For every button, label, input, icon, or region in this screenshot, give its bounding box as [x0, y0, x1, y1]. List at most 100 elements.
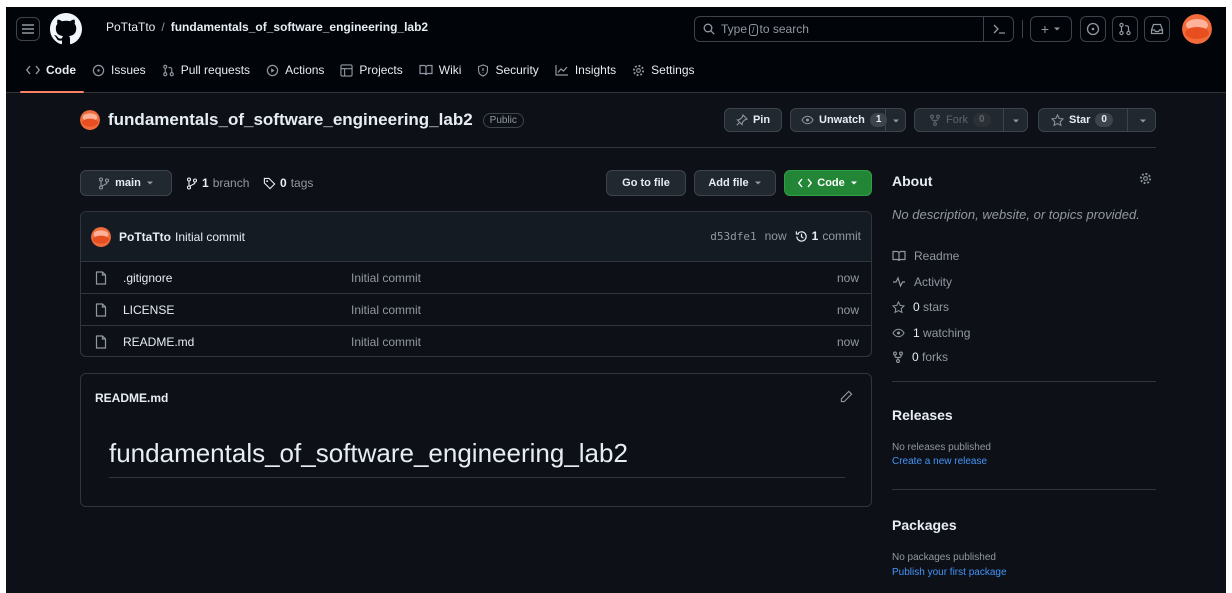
owner-avatar[interactable] — [80, 110, 100, 130]
command-palette-button[interactable] — [983, 17, 1013, 41]
divider — [109, 477, 845, 478]
create-release-link[interactable]: Create a new release — [892, 456, 987, 467]
activity-link[interactable]: Activity — [892, 275, 952, 289]
watchers-link[interactable]: 1 watching — [892, 326, 970, 340]
caret-down-icon[interactable] — [892, 118, 900, 124]
packages-empty-text: No packages published — [892, 552, 996, 563]
latest-commit-bar: PoTtaTto Initial commit d53dfe1 now 1 co… — [81, 212, 871, 262]
file-age: now — [836, 270, 859, 285]
about-heading: About — [892, 173, 933, 189]
branches-link[interactable]: 1 branch — [186, 176, 249, 190]
tab-pull-requests[interactable]: Pull requests — [154, 55, 258, 85]
go-to-file-button[interactable]: Go to file — [606, 170, 686, 196]
file-row[interactable]: .gitignore Initial commit now — [81, 262, 871, 294]
tags-link[interactable]: 0 tags — [263, 176, 313, 190]
git-pull-request-icon — [162, 64, 174, 76]
pin-icon — [736, 114, 748, 126]
issue-opened-icon — [92, 64, 105, 76]
git-branch-icon — [99, 176, 110, 190]
caret-down-icon — [146, 181, 153, 185]
search-icon — [703, 23, 715, 35]
tab-code[interactable]: Code — [6, 55, 84, 93]
your-issues-button[interactable] — [1080, 16, 1106, 42]
repo-navigation: Code Issues Pull requests Actions Projec… — [6, 55, 703, 93]
user-avatar[interactable] — [1182, 14, 1212, 44]
tab-insights[interactable]: Insights — [547, 55, 624, 85]
caret-down-icon — [754, 181, 761, 185]
file-age: now — [836, 335, 859, 349]
search-placeholder: Type / to search — [721, 22, 809, 36]
file-row[interactable]: README.md Initial commit now — [81, 326, 871, 356]
pencil-icon[interactable] — [840, 390, 853, 403]
tab-actions[interactable]: Actions — [258, 55, 332, 85]
repo-forked-icon — [930, 114, 940, 126]
publish-package-link[interactable]: Publish your first package — [892, 567, 1007, 578]
file-name[interactable]: LICENSE — [123, 303, 174, 317]
commit-hash[interactable]: d53dfe1 — [710, 230, 756, 243]
file-name[interactable]: .gitignore — [123, 271, 172, 285]
git-branch-icon — [186, 176, 198, 190]
commit-meta: d53dfe1 now 1 commit — [710, 229, 861, 243]
button-divider — [1127, 109, 1128, 131]
notifications-button[interactable] — [1144, 16, 1170, 42]
breadcrumb-repo[interactable]: fundamentals_of_software_engineering_lab… — [171, 20, 428, 34]
releases-heading[interactable]: Releases — [892, 407, 953, 423]
code-dropdown-button[interactable]: Code — [784, 170, 872, 196]
file-commit-message[interactable]: Initial commit — [351, 335, 421, 349]
about-description: No description, website, or topics provi… — [892, 207, 1140, 222]
commit-time: now — [764, 229, 787, 243]
tab-issues[interactable]: Issues — [84, 55, 154, 85]
caret-down-icon[interactable] — [1012, 118, 1020, 124]
breadcrumb: PoTtaTto / fundamentals_of_software_engi… — [106, 20, 428, 34]
tab-security[interactable]: Security — [469, 55, 546, 85]
book-icon — [892, 250, 906, 262]
branch-selector-button[interactable]: main — [80, 170, 172, 196]
file-icon — [95, 271, 107, 285]
commit-author[interactable]: PoTtaTto — [119, 230, 171, 244]
your-pull-requests-button[interactable] — [1112, 16, 1138, 42]
forks-link[interactable]: 0 forks — [892, 350, 948, 364]
star-count: 0 — [1095, 113, 1113, 127]
divider — [892, 381, 1156, 382]
file-list: PoTtaTto Initial commit d53dfe1 now 1 co… — [80, 211, 872, 357]
file-name[interactable]: README.md — [123, 335, 194, 349]
repo-forked-icon — [893, 351, 903, 363]
hamburger-icon — [22, 24, 34, 34]
releases-empty-text: No releases published — [892, 442, 991, 453]
commit-message[interactable]: Initial commit — [175, 230, 245, 244]
repo-name[interactable]: fundamentals_of_software_engineering_lab… — [108, 110, 473, 130]
github-logo-icon[interactable] — [50, 13, 82, 45]
breadcrumb-owner[interactable]: PoTtaTto — [106, 20, 155, 34]
button-divider — [885, 109, 886, 131]
readme-label: README.md — [95, 391, 169, 405]
tab-projects[interactable]: Projects — [332, 55, 410, 85]
pin-button[interactable]: Pin — [724, 108, 782, 132]
stars-link[interactable]: 0 stars — [892, 300, 949, 314]
tab-settings[interactable]: Settings — [624, 55, 702, 85]
create-new-button[interactable]: + — [1030, 16, 1072, 42]
search-input[interactable]: Type / to search — [694, 16, 1014, 42]
add-file-button[interactable]: Add file — [694, 170, 776, 196]
menu-button[interactable] — [16, 17, 40, 41]
readme-link[interactable]: Readme — [892, 249, 959, 263]
file-commit-message[interactable]: Initial commit — [351, 303, 421, 317]
file-row[interactable]: LICENSE Initial commit now — [81, 294, 871, 326]
commit-author-avatar[interactable] — [91, 226, 111, 247]
star-icon — [1051, 113, 1064, 126]
eye-icon — [892, 328, 905, 338]
file-commit-message[interactable]: Initial commit — [351, 271, 421, 285]
unwatch-button[interactable]: Unwatch 1 — [790, 108, 906, 132]
gear-icon[interactable] — [1139, 172, 1152, 185]
terminal-icon — [993, 24, 1005, 34]
star-button[interactable]: Star 0 — [1038, 108, 1156, 132]
code-icon — [798, 178, 813, 188]
gear-icon — [633, 64, 645, 76]
breadcrumb-separator: / — [161, 20, 165, 34]
caret-down-icon[interactable] — [1139, 118, 1147, 124]
fork-button[interactable]: Fork 0 — [914, 108, 1028, 132]
divider — [892, 489, 1156, 490]
commit-history-link[interactable]: 1 commit — [795, 229, 861, 243]
tab-wiki[interactable]: Wiki — [411, 55, 470, 85]
history-icon — [795, 230, 807, 242]
packages-heading[interactable]: Packages — [892, 517, 957, 533]
